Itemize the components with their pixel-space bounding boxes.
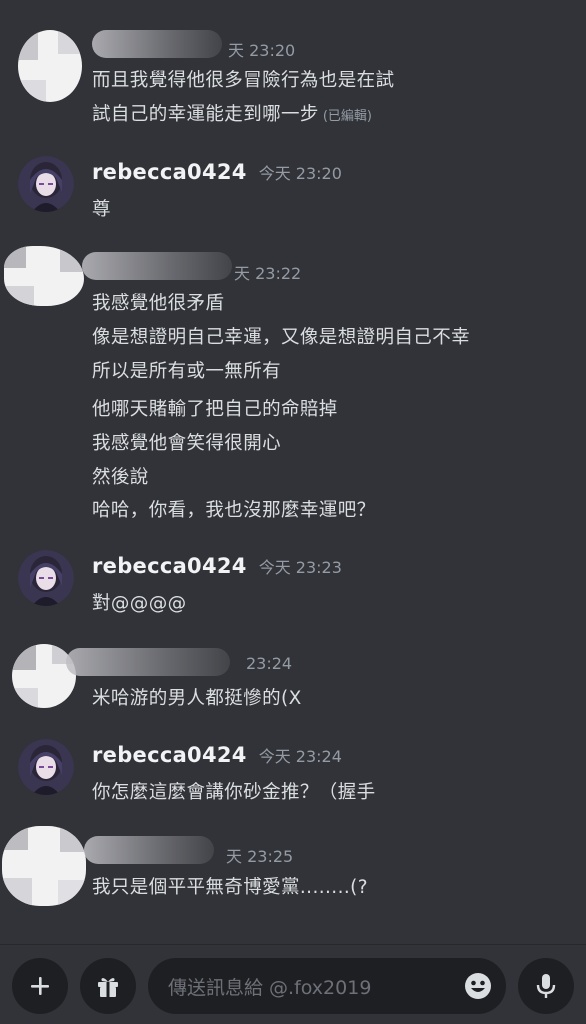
plus-icon bbox=[31, 977, 49, 995]
redacted-username[interactable] bbox=[84, 836, 214, 864]
message-line: 試自己的幸運能走到哪一步 (已編輯) bbox=[92, 104, 372, 125]
avatar[interactable] bbox=[2, 826, 86, 906]
message-line: 像是想證明自己幸運，又像是想證明自己不幸 bbox=[92, 327, 471, 348]
username[interactable]: rebecca0424 bbox=[92, 743, 247, 767]
avatar[interactable] bbox=[12, 644, 76, 708]
message-line: 尊 bbox=[92, 199, 111, 220]
message-line: 你怎麼這麼會講你砂金推？（握手 bbox=[92, 782, 376, 803]
emoji-icon[interactable] bbox=[464, 972, 492, 1000]
message-line: 哈哈，你看，我也沒那麼幸運吧？ bbox=[92, 500, 376, 521]
username[interactable]: rebecca0424 bbox=[92, 160, 247, 184]
username[interactable]: rebecca0424 bbox=[92, 554, 247, 578]
message-composer: 傳送訊息給 @.fox2019 bbox=[0, 944, 586, 1024]
timestamp: 今天 23:20 bbox=[258, 164, 342, 183]
timestamp: 今天 23:24 bbox=[258, 747, 342, 766]
redacted-username[interactable] bbox=[82, 252, 232, 280]
message-input-placeholder: 傳送訊息給 @.fox2019 bbox=[168, 976, 372, 999]
add-attachment-button[interactable] bbox=[12, 958, 68, 1014]
message-line: 我感覺他很矛盾 bbox=[92, 293, 225, 314]
message-list: 天 23:20 而且我覺得他很多冒險行為也是在試 試自己的幸運能走到哪一步 (已編… bbox=[0, 0, 586, 944]
message-line: 而且我覺得他很多冒險行為也是在試 bbox=[92, 70, 395, 91]
redacted-username[interactable] bbox=[66, 648, 230, 676]
message-line: 所以是所有或一無所有 bbox=[92, 361, 282, 382]
avatar[interactable] bbox=[4, 246, 84, 306]
voice-message-button[interactable] bbox=[518, 958, 574, 1014]
avatar[interactable] bbox=[18, 30, 82, 102]
message-line: 他哪天賭輸了把自己的命賠掉 bbox=[92, 399, 338, 420]
message-line: 我只是個平平無奇博愛黨........(? bbox=[92, 877, 368, 898]
message-line: 我感覺他會笑得很開心 bbox=[92, 433, 282, 454]
microphone-icon bbox=[536, 974, 556, 998]
edited-marker: (已編輯) bbox=[322, 109, 372, 124]
timestamp: 23:24 bbox=[246, 654, 293, 673]
avatar[interactable] bbox=[18, 550, 74, 606]
timestamp: 天 23:20 bbox=[228, 41, 296, 60]
avatar[interactable] bbox=[18, 739, 74, 795]
timestamp: 今天 23:23 bbox=[258, 558, 342, 577]
message-line: 然後說 bbox=[92, 467, 149, 488]
message-line: 對@@@@ bbox=[92, 593, 187, 614]
avatar[interactable] bbox=[18, 156, 74, 212]
message-input[interactable]: 傳送訊息給 @.fox2019 bbox=[148, 958, 506, 1014]
redacted-username[interactable] bbox=[92, 30, 222, 58]
message-line: 米哈游的男人都挺慘的(X bbox=[92, 688, 302, 709]
timestamp: 天 23:25 bbox=[226, 847, 294, 866]
gift-button[interactable] bbox=[80, 958, 136, 1014]
gift-icon bbox=[98, 978, 118, 997]
timestamp: 天 23:22 bbox=[234, 264, 302, 283]
